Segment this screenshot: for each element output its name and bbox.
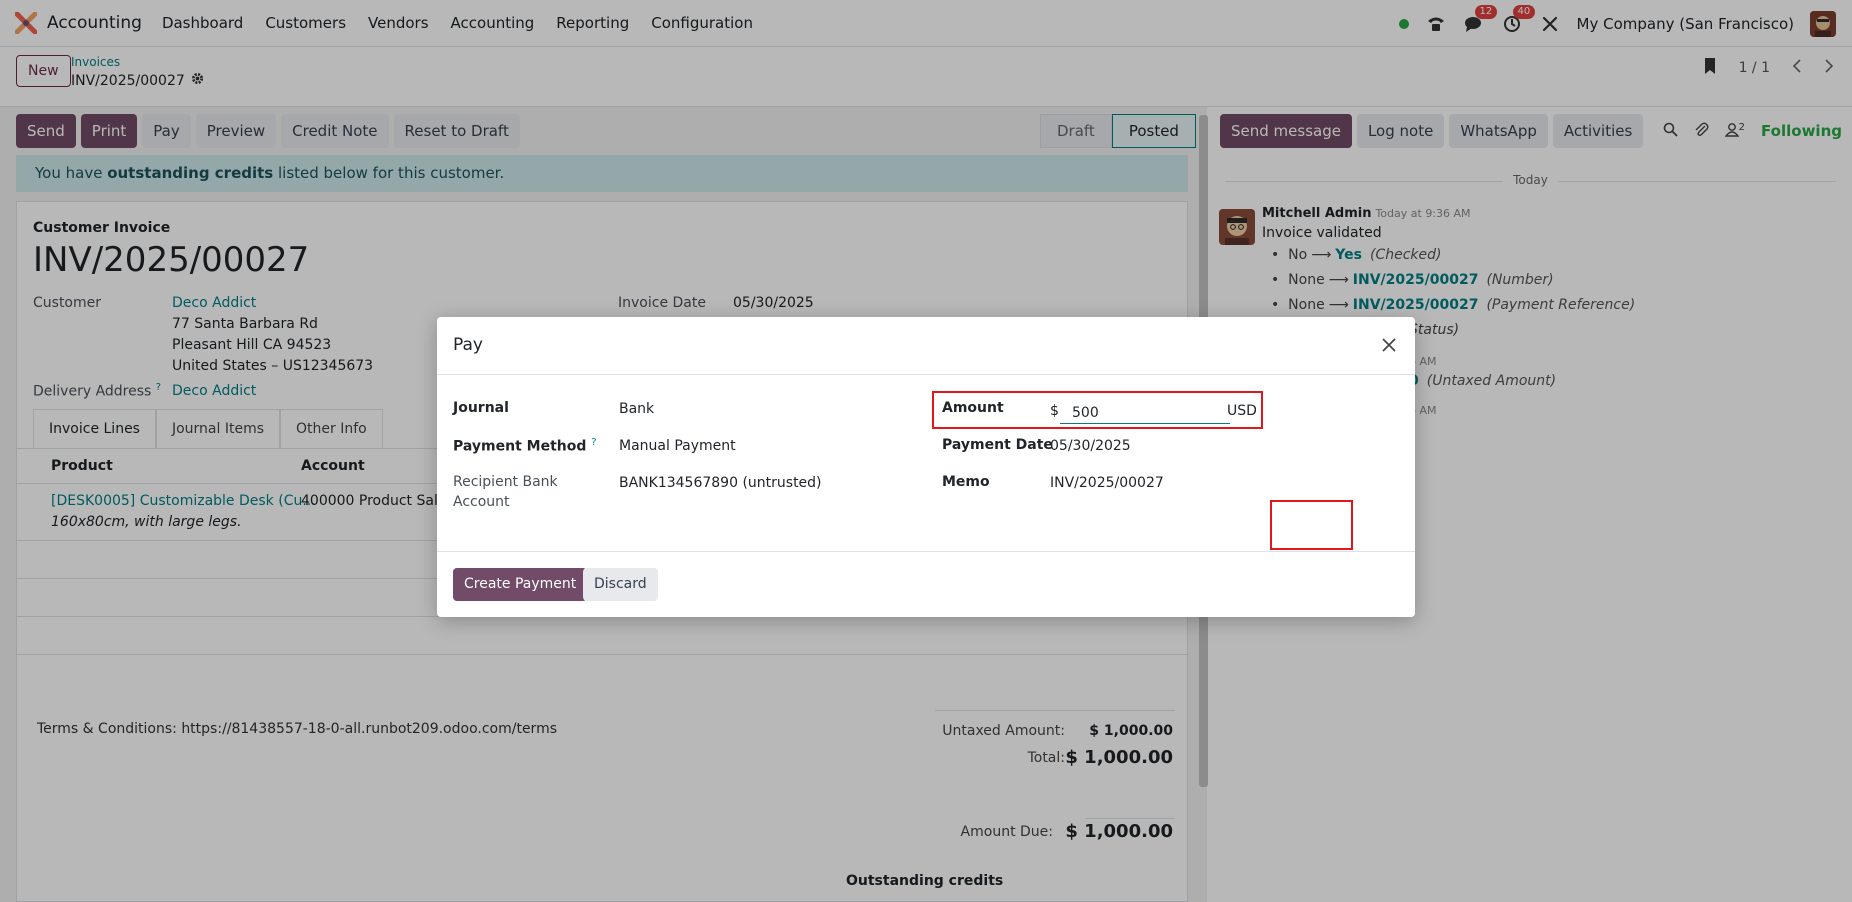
amount-input[interactable] [1060,402,1230,424]
journal-label: Journal [453,400,509,416]
pay-dialog: Pay Journal Bank Payment Method ? Manual… [437,317,1415,617]
journal-field[interactable]: Bank [619,401,654,417]
memo-field[interactable]: INV/2025/00027 [1050,475,1164,491]
currency-symbol: $ [1050,403,1059,419]
amount-label: Amount [942,400,1004,416]
close-icon[interactable] [1375,331,1403,359]
create-payment-button[interactable]: Create Payment [453,568,588,601]
payment-date-field[interactable]: 05/30/2025 [1050,438,1131,454]
dialog-footer: Create Payment Discard [437,551,1415,617]
payment-method-field[interactable]: Manual Payment [619,438,736,454]
payment-method-label: Payment Method ? [453,437,597,455]
payment-method-label-text: Payment Method [453,438,587,455]
discard-button[interactable]: Discard [583,568,658,601]
payment-date-label: Payment Date [942,437,1053,453]
memo-label: Memo [942,474,990,490]
recipient-bank-label-line2: Account [453,494,510,510]
recipient-bank-label-line1: Recipient Bank [453,474,558,490]
dialog-title: Pay [453,335,483,355]
recipient-bank-label: Recipient Bank Account [453,472,558,512]
dialog-header: Pay [437,317,1415,375]
payment-method-help-icon[interactable]: ? [591,437,596,448]
recipient-bank-field[interactable]: BANK134567890 (untrusted) [619,475,822,491]
currency-field[interactable]: USD [1227,403,1257,419]
highlight-box [1270,500,1353,550]
